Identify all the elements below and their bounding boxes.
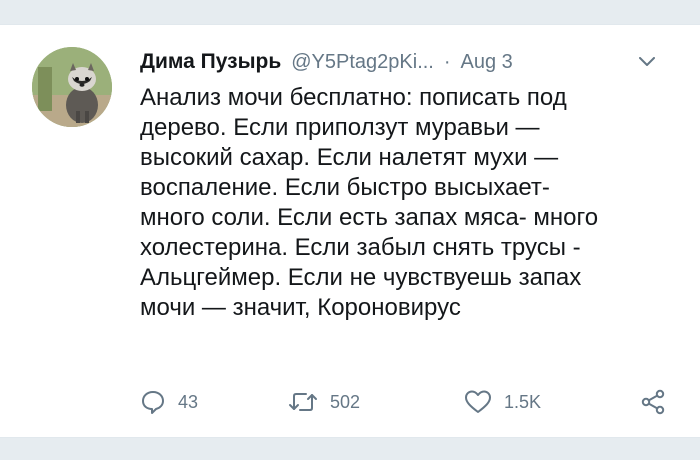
tweet-date[interactable]: Aug 3 [461,51,513,74]
like-button[interactable]: 1.5K [464,385,541,419]
tweet-text-line: холестерина. Если забыл снять трусы - [140,234,581,261]
tweet-text-line: Анализ мочи бесплатно: пописать под [140,84,567,111]
reply-count: 43 [178,391,199,412]
separator-dot: · [443,50,451,73]
tweet-text: Анализ мочи бесплатно: пописать под дере… [140,83,670,323]
avatar[interactable] [32,47,112,127]
tweet-text-line: воспаление. Если быстро высыхает- [140,174,550,201]
chevron-down-icon[interactable] [636,51,658,73]
tweet-header: Дима Пузырь @Y5Ptag2pKi... · Aug 3 [140,45,670,79]
like-count: 1.5K [504,391,542,412]
retweet-icon [289,393,317,411]
raccoon-avatar-icon [32,47,112,127]
author-handle[interactable]: @Y5Ptag2pKi... [291,51,434,74]
share-icon [641,389,665,415]
author-display-name[interactable]: Дима Пузырь [140,50,281,74]
tweet-text-line: много соли. Если есть запах мяса- много [140,204,599,231]
heart-icon [465,390,491,413]
tweet-card[interactable]: Дима Пузырь @Y5Ptag2pKi... · Aug 3 Анали… [0,24,700,438]
share-button[interactable] [640,385,678,419]
tweet-text-line: мочи — значит, Короновирус [140,294,461,321]
tweet-text-line: Альцгеймер. Если не чувствуешь запах [140,264,582,291]
retweet-button[interactable]: 502 [288,385,360,419]
retweet-count: 502 [330,391,361,412]
tweet-text-line: высокий сахар. Если налетят мухи — [140,144,559,171]
tweet-actions: 43 502 1.5K [140,385,680,419]
reply-icon [142,391,164,414]
reply-button[interactable]: 43 [140,385,198,419]
tweet-text-line: дерево. Если приползут муравьи — [140,114,540,141]
